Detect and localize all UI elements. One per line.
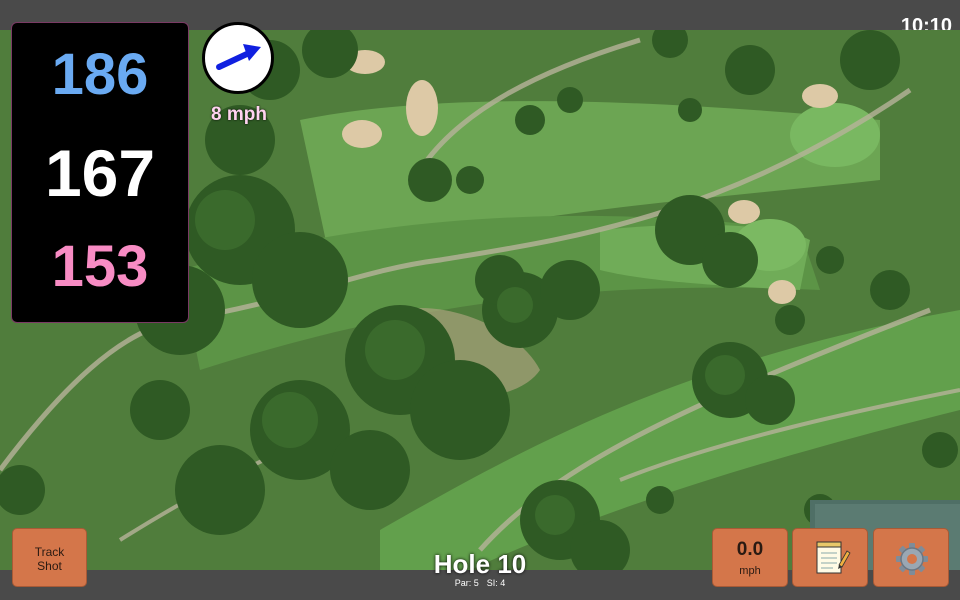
settings-button[interactable]: [873, 528, 949, 587]
gear-icon: [896, 543, 928, 575]
speed-unit: mph: [739, 565, 761, 577]
track-shot-label: Track Shot: [34, 545, 65, 573]
distance-panel: 186 167 153: [11, 22, 189, 323]
notes-button[interactable]: [792, 528, 868, 587]
si-label: SI: 4: [486, 578, 506, 588]
hole-title: Hole 10: [433, 549, 527, 579]
arrow-icon: [216, 44, 261, 70]
notepad-icon: [816, 541, 851, 574]
par-label: Par: 5: [454, 578, 479, 588]
track-shot-button[interactable]: Track Shot: [12, 528, 87, 587]
front-distance: 153: [51, 234, 149, 299]
middle-distance: 167: [44, 136, 156, 210]
wind-speed: 8 mph: [211, 104, 267, 125]
back-distance: 186: [51, 42, 149, 107]
speed-button[interactable]: 0.0 mph: [712, 528, 788, 587]
hole-info: Par: 5 SI: 4: [380, 578, 580, 588]
speed-value: 0.0: [736, 539, 764, 560]
wind-direction-dial: [202, 22, 274, 94]
